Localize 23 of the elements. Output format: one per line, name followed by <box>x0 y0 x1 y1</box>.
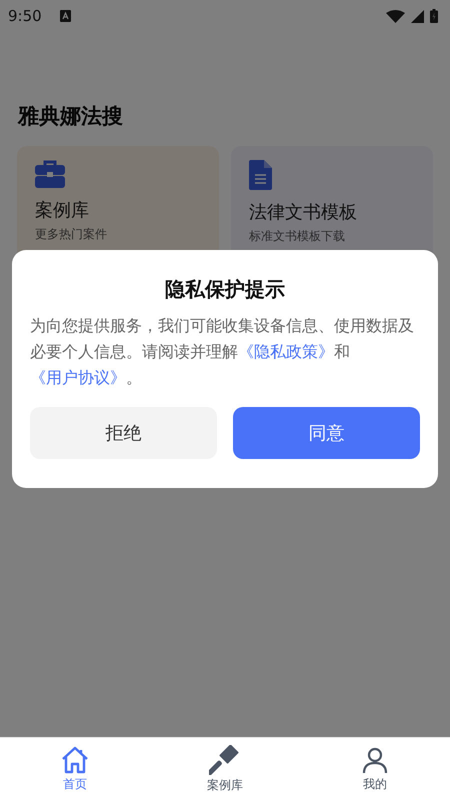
agree-button[interactable]: 同意 <box>233 407 420 459</box>
wifi-icon <box>386 10 405 22</box>
document-icon <box>249 160 272 190</box>
nav-tab[interactable]: 案例库 <box>150 738 300 800</box>
gavel-icon <box>209 744 241 774</box>
app-title: 雅典娜法搜 <box>18 103 124 130</box>
home-icon <box>60 746 90 774</box>
card-subtitle: 标准文书模板下载 <box>249 228 345 245</box>
card-subtitle: 更多热门案件 <box>35 226 107 243</box>
card-title: 法律文书模板 <box>249 201 357 224</box>
status-time: 9:50 <box>8 7 42 25</box>
briefcase-icon <box>35 160 65 188</box>
signal-icon <box>411 10 424 22</box>
decline-button[interactable]: 拒绝 <box>30 407 217 459</box>
nav-tab[interactable]: 首页 <box>0 738 150 800</box>
policy-link[interactable]: 《隐私政策》 <box>238 342 334 361</box>
dialog-message: 为向您提供服务，我们可能收集设备信息、使用数据及必要个人信息。请阅读并理解《隐私政策》和 《用户协议》。 <box>30 315 415 389</box>
battery-icon <box>430 9 438 23</box>
keyboard-icon <box>60 10 71 22</box>
policy-link[interactable]: 《用户协议》 <box>30 368 126 387</box>
card-title: 案例库 <box>35 199 89 222</box>
nav-tab[interactable]: 我的 <box>300 738 450 800</box>
person-icon <box>361 746 389 774</box>
